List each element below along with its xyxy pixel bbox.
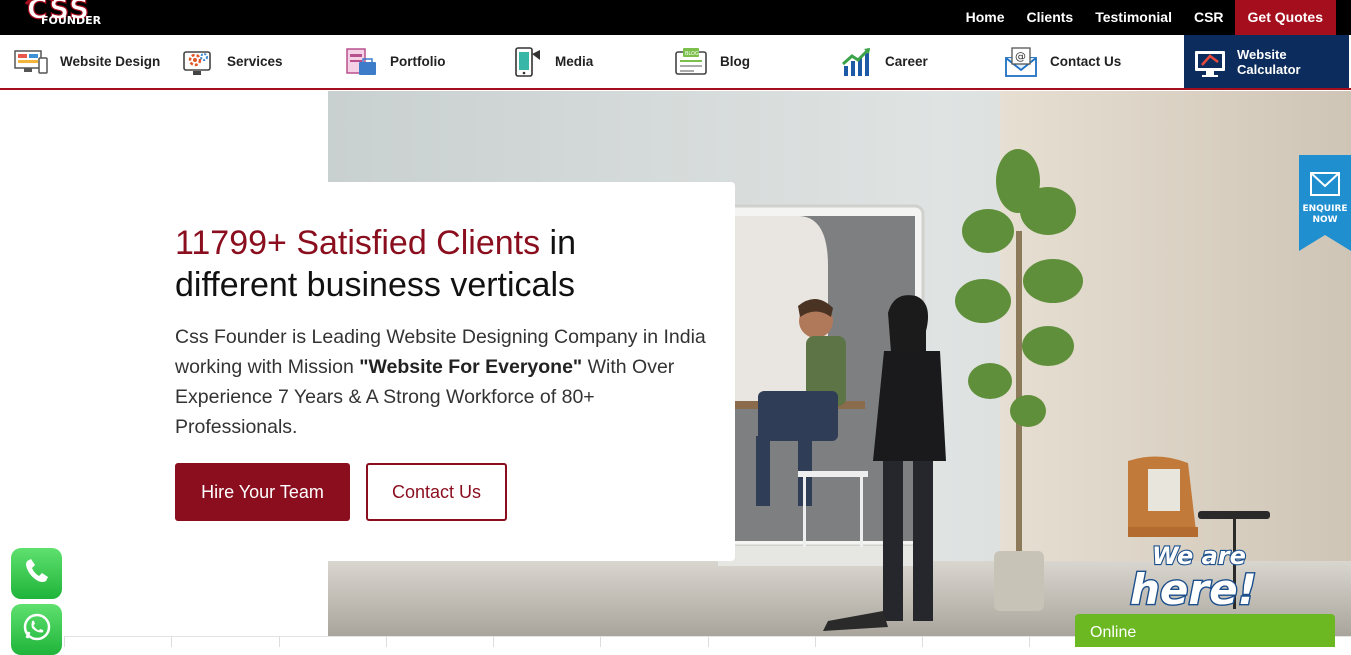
nav-media[interactable]: Media	[509, 35, 593, 88]
nav-label: Services	[227, 54, 283, 69]
growth-chart-icon	[839, 45, 873, 79]
whatsapp-button[interactable]	[11, 604, 62, 655]
main-nav: Website Design Services Portfolio Media …	[0, 35, 1351, 90]
whatsapp-icon	[21, 611, 53, 648]
nav-services[interactable]: Services	[181, 35, 283, 88]
enquire-line-1: ENQUIRE	[1302, 204, 1348, 214]
svg-text:here!: here!	[1130, 565, 1257, 612]
nav-label: Contact Us	[1050, 54, 1122, 69]
top-link-testimonial[interactable]: Testimonial	[1084, 0, 1183, 35]
top-link-csr[interactable]: CSR	[1183, 0, 1235, 35]
hero-title-accent: 11799+ Satisfied Clients	[175, 224, 541, 262]
call-button[interactable]	[11, 548, 62, 599]
nav-contact-us[interactable]: @ Contact Us	[1004, 35, 1121, 88]
nav-label: Blog	[720, 54, 750, 69]
nav-label: Career	[885, 54, 928, 69]
nav-blog[interactable]: BLOG Blog	[674, 35, 750, 88]
top-link-home[interactable]: Home	[955, 0, 1016, 35]
nav-career[interactable]: Career	[839, 35, 928, 88]
nav-website-design[interactable]: Website Design	[14, 35, 160, 88]
enquire-now-tab[interactable]: ENQUIRE NOW	[1299, 155, 1351, 251]
svg-text:BLOG: BLOG	[685, 51, 699, 57]
gear-monitor-icon	[181, 45, 215, 79]
envelope-at-icon: @	[1004, 45, 1038, 79]
calculator-monitor-icon	[1190, 42, 1230, 82]
hero-title-in: in	[540, 224, 577, 262]
calculator-label: Website Calculator	[1237, 47, 1301, 77]
website-calculator-button[interactable]: Website Calculator	[1184, 35, 1349, 88]
chat-online-bar[interactable]: Online	[1075, 614, 1335, 647]
hero-desc-mission: "Website For Everyone"	[359, 356, 583, 378]
hero-title-line-2: different business verticals	[175, 266, 576, 304]
media-phone-icon	[509, 45, 543, 79]
top-bar: CSS FOUNDER Home Clients Testimonial CSR…	[0, 0, 1351, 35]
get-quotes-button[interactable]: Get Quotes	[1234, 0, 1336, 35]
portfolio-icon	[344, 45, 378, 79]
enquire-label: ENQUIRE NOW	[1299, 204, 1351, 226]
nav-label: Media	[555, 54, 594, 69]
hero-title: 11799+ Satisfied Clients in different bus…	[175, 222, 715, 306]
phone-icon	[22, 556, 52, 591]
svg-text:@: @	[1015, 50, 1026, 63]
top-link-clients[interactable]: Clients	[1016, 0, 1085, 35]
calculator-line-2: Calculator	[1237, 61, 1301, 77]
nav-label: Portfolio	[390, 54, 446, 69]
css-founder-logo[interactable]: CSS FOUNDER	[24, 0, 110, 34]
enquire-line-2: NOW	[1312, 215, 1338, 225]
hire-your-team-button[interactable]: Hire Your Team	[175, 463, 350, 521]
calculator-line-1: Website	[1237, 46, 1287, 62]
nav-portfolio[interactable]: Portfolio	[344, 35, 446, 88]
blog-icon: BLOG	[674, 45, 708, 79]
logo-subtitle: FOUNDER	[41, 14, 102, 27]
hero-description: Css Founder is Leading Website Designing…	[175, 322, 715, 442]
nav-label: Website Design	[60, 54, 161, 69]
we-are-here-badge[interactable]: We are here!	[1124, 538, 1274, 616]
top-links: Home Clients Testimonial CSR Get Quotes	[955, 0, 1336, 35]
contact-us-button[interactable]: Contact Us	[366, 463, 507, 521]
monitor-devices-icon	[14, 45, 48, 79]
